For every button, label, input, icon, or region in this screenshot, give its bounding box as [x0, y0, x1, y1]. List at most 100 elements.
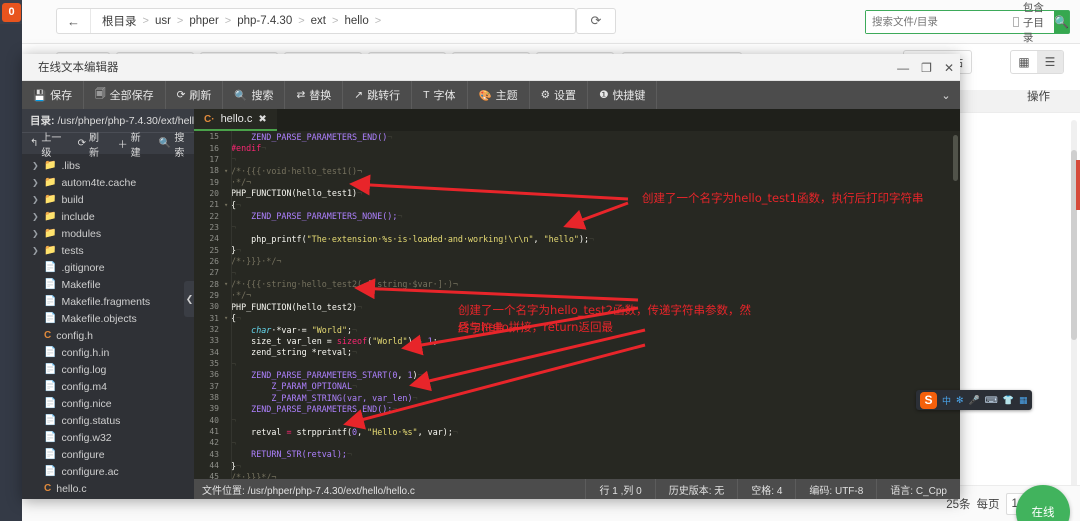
- chevron-right-icon[interactable]: ❯: [32, 212, 39, 221]
- checkbox-square[interactable]: [1013, 17, 1019, 27]
- tree-item[interactable]: ❯📄.gitignore: [22, 259, 194, 276]
- breadcrumb-item-root[interactable]: 根目录: [97, 13, 142, 29]
- code-line[interactable]: 26 /*·}}}·*/¬: [194, 256, 960, 267]
- tab-hello-c[interactable]: C· hello.c ✖: [194, 109, 277, 131]
- code-line[interactable]: 25} ¬: [194, 244, 960, 255]
- tree-item[interactable]: ❯📄config.nice: [22, 395, 194, 412]
- code-scrollbar-thumb[interactable]: [953, 135, 958, 181]
- code-line[interactable]: 42 ¬: [194, 437, 960, 448]
- toolbar-font[interactable]: T 字体: [412, 81, 468, 109]
- code-line[interactable]: 37 Z_PARAM_OPTIONAL ¬: [194, 381, 960, 392]
- tree-item[interactable]: ❯📄config.log: [22, 361, 194, 378]
- search-box[interactable]: 包含子目录 🔍: [865, 2, 1070, 44]
- ime-chinese-mode-icon[interactable]: 中: [942, 394, 951, 407]
- tree-item[interactable]: ❯📄config.w32: [22, 429, 194, 446]
- code-line[interactable]: 40 ¬: [194, 415, 960, 426]
- list-view-icon[interactable]: ☰: [1037, 51, 1063, 73]
- close-icon[interactable]: ✖: [258, 114, 266, 125]
- file-tree-list[interactable]: ❯ 📁 .libs ❯ 📁 autom4te.cache ❯ 📁 build ❯ 📁 include ❯…: [22, 154, 194, 499]
- maximize-icon[interactable]: ❐: [921, 62, 932, 74]
- keyboard-icon[interactable]: ⌨: [985, 395, 998, 406]
- code-line[interactable]: 38 Z_PARAM_STRING(var, var_len) ¬: [194, 392, 960, 403]
- toolbar-search[interactable]: 🔍 搜索: [223, 81, 286, 109]
- sogou-logo-icon[interactable]: S: [920, 391, 937, 409]
- minimize-icon[interactable]: —: [897, 62, 909, 74]
- toolbar-save-all[interactable]: 🗐 全部保存: [84, 81, 166, 109]
- tree-item[interactable]: ❯📄config.h.in: [22, 344, 194, 361]
- toolbar-replace[interactable]: ⇄ 替换: [285, 81, 344, 109]
- fold-toggle-icon[interactable]: ▾: [224, 314, 231, 322]
- search-input[interactable]: [866, 11, 1013, 33]
- tree-item[interactable]: ❯ 📁 modules: [22, 225, 194, 242]
- code-line[interactable]: 17 ¬: [194, 154, 960, 165]
- code-line[interactable]: 27 ¬: [194, 267, 960, 278]
- include-subdir-checkbox[interactable]: 包含子目录: [1013, 0, 1054, 45]
- code-line[interactable]: 36 ZEND_PARSE_PARAMETERS_START(0, 1) ¬: [194, 369, 960, 380]
- back-arrow-icon[interactable]: ←: [57, 9, 91, 33]
- code-line[interactable]: 15 ZEND_PARSE_PARAMETERS_END() ¬: [194, 131, 960, 142]
- ime-punctuation-icon[interactable]: ✻: [956, 395, 964, 406]
- toolbar-goto-line[interactable]: ↗ 跳转行: [343, 81, 413, 109]
- toolbar-settings[interactable]: ⚙ 设置: [530, 81, 589, 109]
- code-line[interactable]: 23 ¬: [194, 222, 960, 233]
- chevron-right-icon[interactable]: ❯: [32, 195, 39, 204]
- tree-item[interactable]: ❯📄Makefile.fragments: [22, 293, 194, 310]
- tree-item[interactable]: ❯📄config.m4: [22, 378, 194, 395]
- code-line[interactable]: 19 ·*/¬: [194, 176, 960, 187]
- breadcrumb[interactable]: ← 根目录 > usr > phper > php-7.4.30 > ext >…: [56, 8, 576, 34]
- code-line[interactable]: 29 ·*/¬: [194, 290, 960, 301]
- apps-icon[interactable]: ▦: [1019, 395, 1028, 406]
- code-line[interactable]: 41 retval = strpprintf(0, "Hello·%s", va…: [194, 426, 960, 437]
- tree-item[interactable]: ❯📄config.status: [22, 412, 194, 429]
- code-line[interactable]: 39 ZEND_PARSE_PARAMETERS_END(); ¬: [194, 403, 960, 414]
- tree-item[interactable]: ❯📄configure.ac: [22, 463, 194, 480]
- tree-item[interactable]: ❯📄configure: [22, 446, 194, 463]
- fold-toggle-icon[interactable]: ▾: [224, 167, 231, 175]
- code-line[interactable]: 28 ▾/*·{{{·string·hello_test2(·[·string·$…: [194, 278, 960, 289]
- tree-item[interactable]: ❯Cconfig.h: [22, 327, 194, 344]
- breadcrumb-item-usr[interactable]: usr: [150, 15, 176, 27]
- view-toggle[interactable]: ▦ ☰: [1010, 50, 1064, 74]
- code-line[interactable]: 34 zend_string *retval; ¬: [194, 347, 960, 358]
- chevron-right-icon[interactable]: ❯: [32, 229, 39, 238]
- code-line[interactable]: 43 RETURN_STR(retval); ¬: [194, 449, 960, 460]
- skin-icon[interactable]: 👕: [1003, 395, 1014, 406]
- tree-item[interactable]: ❯📄Makefile: [22, 276, 194, 293]
- code-line[interactable]: 44} ¬: [194, 460, 960, 471]
- tree-item[interactable]: ❯📄Makefile.objects: [22, 310, 194, 327]
- code-line[interactable]: 22 ZEND_PARSE_PARAMETERS_NONE(); ¬: [194, 210, 960, 221]
- code-line[interactable]: 45/*·}}}*/¬: [194, 471, 960, 479]
- toolbar-theme[interactable]: 🎨 主题: [468, 81, 530, 109]
- chevron-right-icon[interactable]: ❯: [32, 178, 39, 187]
- code-line[interactable]: 24 php_printf("The·extension·%s·is·loade…: [194, 233, 960, 244]
- tree-item[interactable]: ❯Chello.c: [22, 480, 194, 497]
- breadcrumb-item-php[interactable]: php-7.4.30: [232, 15, 297, 27]
- chevron-right-icon[interactable]: ❯: [32, 161, 39, 170]
- chevron-right-icon[interactable]: ❯: [32, 246, 39, 255]
- code-line[interactable]: 35 ¬: [194, 358, 960, 369]
- grid-view-icon[interactable]: ▦: [1011, 51, 1037, 73]
- search-button[interactable]: 🔍: [1054, 11, 1069, 33]
- close-icon[interactable]: ✕: [944, 62, 954, 74]
- chevron-down-icon[interactable]: ⌄: [932, 81, 960, 109]
- tree-item[interactable]: ❯ 📁 build: [22, 191, 194, 208]
- tree-item[interactable]: ❯ 📁 tests: [22, 242, 194, 259]
- toolbar-refresh[interactable]: ⟳ 刷新: [166, 81, 224, 109]
- refresh-icon[interactable]: ⟳: [576, 8, 616, 34]
- ime-toolbar[interactable]: S 中 ✻ 🎤 ⌨ 👕 ▦: [916, 390, 1032, 410]
- fold-toggle-icon[interactable]: ▾: [224, 280, 231, 288]
- toolbar-shortcuts[interactable]: ❶ 快捷键: [588, 81, 658, 109]
- breadcrumb-item-phper[interactable]: phper: [184, 15, 223, 27]
- code-line[interactable]: 16 #endif ¬: [194, 142, 960, 153]
- breadcrumb-item-hello[interactable]: hello: [339, 15, 373, 27]
- breadcrumb-item-ext[interactable]: ext: [306, 15, 331, 27]
- fold-toggle-icon[interactable]: ▾: [224, 201, 231, 209]
- tree-item[interactable]: ❯📄hello.h: [22, 497, 194, 499]
- notification-badge[interactable]: 0: [2, 3, 21, 22]
- tree-item[interactable]: ❯ 📁 .libs: [22, 157, 194, 174]
- tree-item[interactable]: ❯ 📁 autom4te.cache: [22, 174, 194, 191]
- mic-icon[interactable]: 🎤: [969, 395, 980, 406]
- tree-item[interactable]: ❯ 📁 include: [22, 208, 194, 225]
- code-line[interactable]: 18 ▾/*·{{{·void·hello_test1()¬: [194, 165, 960, 176]
- toolbar-save[interactable]: 💾 保存: [22, 81, 85, 109]
